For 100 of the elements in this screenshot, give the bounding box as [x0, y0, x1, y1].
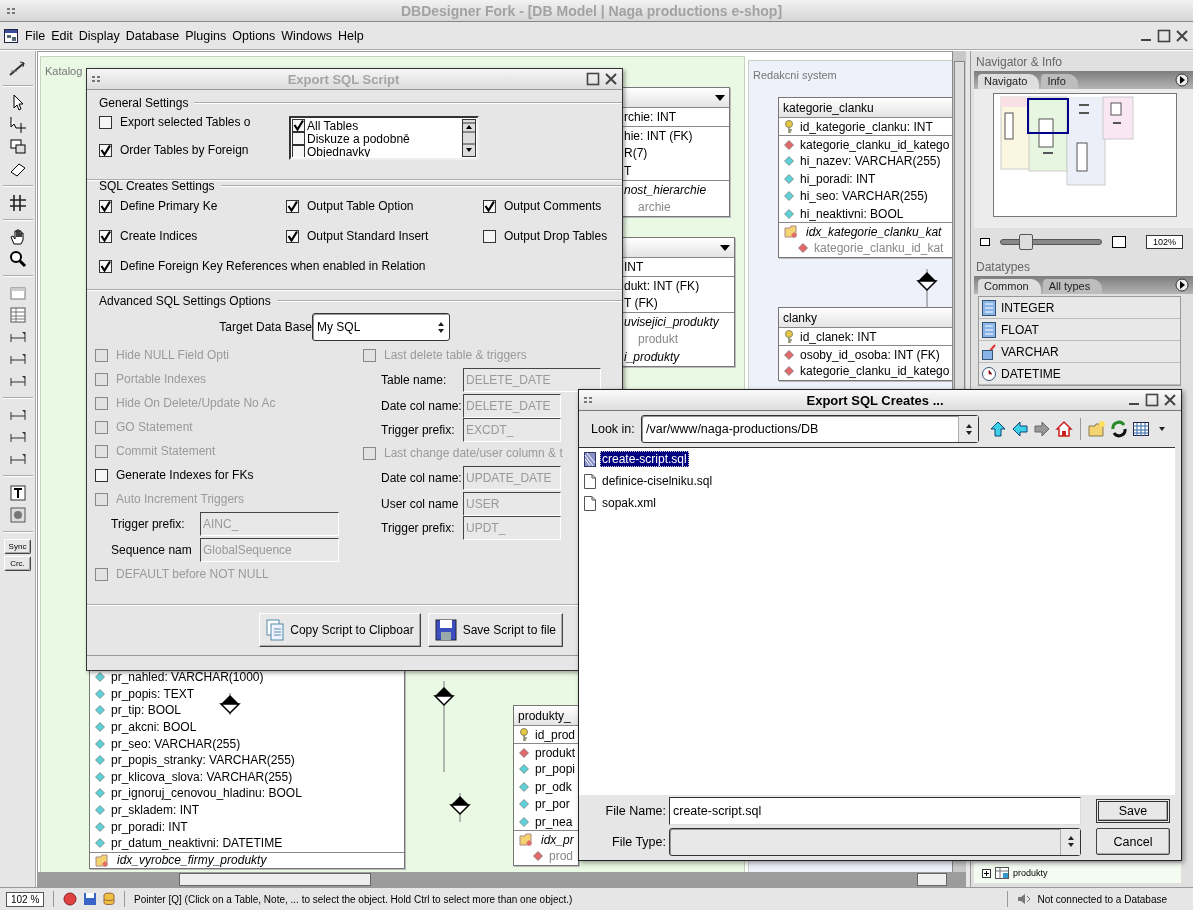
- column-name: id_prod: [535, 727, 576, 742]
- group-title: General Settings: [99, 96, 189, 110]
- column-name: hi_seo: VARCHAR(255): [800, 189, 928, 204]
- dialog-button[interactable]: Save: [1096, 798, 1170, 823]
- tab[interactable]: All types: [1042, 279, 1103, 294]
- index-name: uvisejici_produkty: [624, 314, 719, 329]
- zoom-value: 102%: [1145, 235, 1183, 249]
- column-name: pr_odk: [535, 779, 572, 794]
- tree-item-label[interactable]: produkty: [1013, 868, 1048, 878]
- list-item[interactable]: INTEGER: [979, 297, 1180, 319]
- dropdown[interactable]: My SQL: [312, 313, 450, 341]
- column-name: produkt: [637, 332, 679, 346]
- region-title: Redakcni system: [753, 69, 837, 81]
- column-name: osoby_id_osoba: INT (FK): [800, 347, 940, 362]
- column-name: hi_nazev: VARCHAR(255): [800, 154, 941, 169]
- column-name: kategorie_clanku_id_katego: [800, 364, 950, 379]
- column-name: rchie: INT: [624, 110, 676, 124]
- group-title: Advanced SQL Settings Options: [99, 294, 271, 308]
- tool-button[interactable]: Sync: [4, 539, 31, 554]
- index-name: nost_hierarchie: [624, 182, 707, 197]
- panel-title: Datatypes: [975, 260, 1032, 274]
- field-label: File Type:: [611, 834, 667, 849]
- field-label: Date col name:: [381, 398, 463, 413]
- connection-status: Not connected to a Database: [1037, 893, 1167, 905]
- checkbox-label: Last change date/user column & t: [384, 446, 563, 460]
- field-label: Look in:: [591, 422, 636, 436]
- column-name: pr_ignoruj_cenovou_hladinu: BOOL: [111, 786, 302, 801]
- checkbox-label: Export selected Tables o: [120, 115, 251, 129]
- table-name: produkty_: [518, 708, 571, 723]
- file-entry[interactable]: definice-ciselniku.sql: [584, 470, 1175, 492]
- menu-item[interactable]: Windows: [278, 28, 336, 43]
- region-title: Katalog: [45, 65, 83, 77]
- column-name: T (FK): [624, 296, 658, 310]
- window-title: Export SQL Script: [286, 71, 401, 87]
- column-name: id_clanek: INT: [800, 329, 877, 344]
- column-name: hi_poradi: INT: [800, 171, 876, 186]
- checkbox-label: Generate Indexes for FKs: [116, 468, 254, 482]
- field-label: File Name:: [604, 803, 667, 818]
- list-item[interactable]: FLOAT: [979, 319, 1180, 341]
- column-name: archie: [637, 200, 671, 214]
- column-name: pr_datum_neaktivni: DATETIME: [111, 836, 283, 851]
- checkbox-label: Output Comments: [504, 199, 602, 213]
- table-name: clanky: [783, 310, 817, 325]
- checkbox-label: Hide On Delete/Update No Ac: [116, 396, 276, 410]
- index-name: i_produkty: [624, 350, 680, 364]
- checkbox-label: Hide NULL Field Opti: [116, 348, 229, 362]
- column-name: pr_poradi: INT: [111, 819, 188, 834]
- field-label: Trigger prefix:: [381, 521, 456, 535]
- column-name: dukt: INT (FK): [624, 278, 700, 293]
- checkbox-label: All Tables: [307, 119, 359, 133]
- index-name: idx_kategorie_clanku_kat: [806, 224, 942, 239]
- menu-item[interactable]: Edit: [48, 28, 76, 43]
- column-name: pr_seo: VARCHAR(255): [111, 736, 241, 751]
- tab[interactable]: Navigato: [978, 74, 1040, 89]
- table-name: kategorie_clanku: [783, 100, 874, 115]
- column-name: pr_popi: [535, 762, 576, 777]
- action-button[interactable]: Save Script to file: [427, 613, 563, 647]
- field-label: Target Data Base: [218, 320, 312, 334]
- file-entry[interactable]: create-script.sql: [584, 448, 1175, 470]
- checkbox-label: Define Primary Ke: [120, 199, 218, 213]
- column-name: hie: INT (FK): [624, 128, 693, 143]
- column-name: pr_nahled: VARCHAR(1000): [111, 670, 264, 685]
- field-label: Sequence nam: [111, 543, 193, 557]
- column-name: pr_klicova_slova: VARCHAR(255): [111, 769, 293, 784]
- column-name: produkt: [535, 745, 576, 760]
- menu-item[interactable]: Display: [75, 28, 123, 43]
- tool-button[interactable]: Crc.: [4, 556, 31, 571]
- checkbox-label: Commit Statement: [116, 444, 216, 458]
- tab[interactable]: Info: [1041, 74, 1078, 89]
- tab[interactable]: Common: [978, 279, 1041, 294]
- list-item[interactable]: VARCHAR: [979, 341, 1180, 363]
- checkbox-label: Create Indices: [120, 229, 198, 243]
- column-name: pr_nea: [535, 814, 573, 829]
- checkbox-label: Output Table Option: [307, 199, 414, 213]
- column-name: pr_akcni: BOOL: [111, 720, 197, 735]
- dialog-button[interactable]: Cancel: [1096, 828, 1170, 855]
- column-name: pr_popis: TEXT: [111, 686, 195, 701]
- checkbox-label: Order Tables by Foreign: [120, 143, 249, 157]
- folder-dropdown[interactable]: /var/www/naga-productions/DB: [641, 415, 979, 443]
- column-name: pr_por: [535, 797, 570, 812]
- status-message: Pointer [Q] (Click on a Table, Note, ... to select the object. Hold Ctrl to select more than one object.): [134, 893, 573, 905]
- menu-item[interactable]: Options: [229, 28, 279, 43]
- column-name: hi_neaktivni: BOOL: [800, 206, 904, 221]
- input-field[interactable]: create-script.sql: [669, 796, 1081, 825]
- action-button[interactable]: Copy Script to Clipboar: [259, 613, 421, 647]
- zoom-level: 102 %: [6, 891, 44, 907]
- menu-item[interactable]: Plugins: [182, 28, 230, 43]
- checkbox-label: GO Statement: [116, 420, 193, 434]
- column-name: id_kategorie_clanku: INT: [800, 119, 933, 134]
- list-item[interactable]: DATETIME: [979, 363, 1180, 385]
- column-name: kategorie_clanku_id_kat: [814, 241, 944, 256]
- window-title: Export SQL Creates ...: [805, 392, 945, 408]
- menu-item[interactable]: Help: [335, 28, 367, 43]
- menu-item[interactable]: Database: [122, 28, 183, 43]
- field-label: Trigger prefix:: [111, 517, 186, 531]
- menu-item[interactable]: File: [22, 28, 49, 43]
- file-entry[interactable]: sopak.xml: [584, 492, 1175, 514]
- index-name: idx_pr: [541, 832, 574, 847]
- column-name: pr_skladem: INT: [111, 803, 200, 818]
- column-name: pr_popis_stranky: VARCHAR(255): [111, 753, 295, 768]
